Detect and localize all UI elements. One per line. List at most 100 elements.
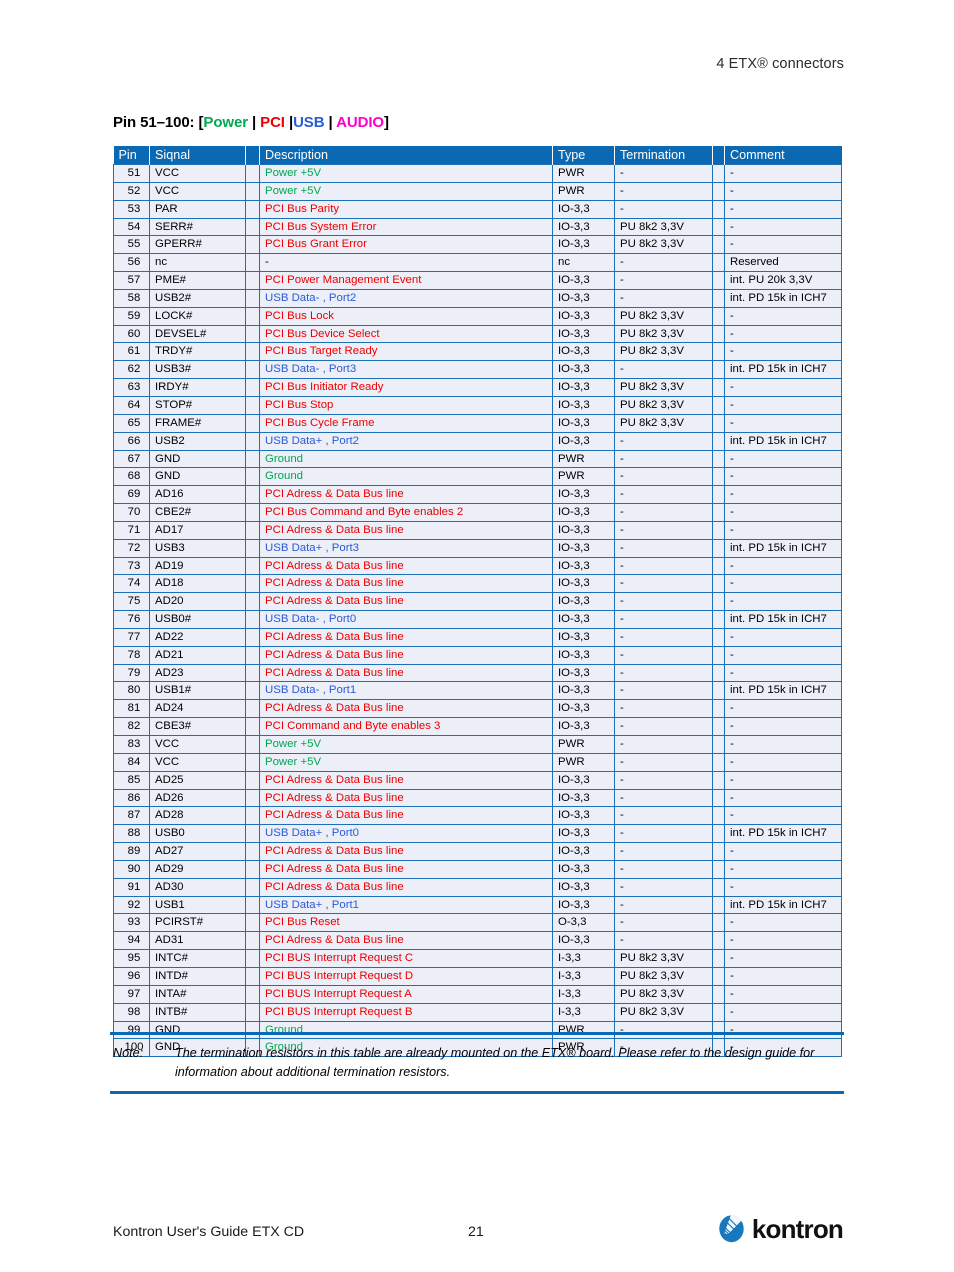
table-row: 74 AD18 PCI Adress & Data Bus line IO-3,3- - [113, 574, 842, 593]
cell-termination: - [614, 931, 713, 950]
cell-type: I-3,3 [552, 1002, 615, 1021]
cell-comment: - [724, 717, 842, 736]
cell-termination: - [614, 164, 713, 183]
cell-spacer-1 [245, 806, 260, 825]
cell-pin: 70 [113, 503, 150, 522]
cell-signal: INTC# [149, 949, 246, 968]
cell-pin: 69 [113, 485, 150, 504]
cell-description-text: PCI Adress & Data Bus line [265, 862, 404, 875]
table-row: 93 PCIRST# PCI Bus Reset O-3,3- - [113, 913, 842, 932]
cell-signal: AD16 [149, 485, 246, 504]
cell-signal: TRDY# [149, 342, 246, 361]
cell-type: IO-3,3 [552, 395, 615, 415]
cell-description: PCI Bus Cycle Frame [259, 413, 553, 433]
cell-description: Ground [259, 467, 553, 486]
cell-type: IO-3,3 [552, 663, 615, 682]
cell-description: PCI Adress & Data Bus line [259, 556, 553, 575]
cell-pin: 82 [113, 717, 150, 736]
cell-spacer-1 [245, 788, 260, 807]
cell-signal: INTA# [149, 984, 246, 1004]
cell-description-text: PCI BUS Interrupt Request A [265, 987, 412, 1000]
cell-comment: - [724, 735, 842, 754]
cell-description: PCI Adress & Data Bus line [259, 699, 553, 718]
cell-type: IO-3,3 [552, 288, 615, 308]
cell-spacer-1 [245, 503, 260, 522]
cell-comment: - [724, 485, 842, 504]
column-header-comment: Comment [724, 146, 842, 165]
cell-spacer-2 [712, 663, 725, 682]
table-row: 63 IRDY# PCI Bus Initiator Ready IO-3,3 PU 8… [113, 378, 842, 397]
cell-description: PCI Adress & Data Bus line [259, 627, 553, 647]
table-row: 91 AD30 PCI Adress & Data Bus line IO-3,3- - [113, 877, 842, 897]
cell-type: IO-3,3 [552, 592, 615, 611]
cell-type: O-3,3 [552, 913, 615, 932]
table-row: 77 AD22 PCI Adress & Data Bus line IO-3,3- - [113, 627, 842, 647]
legend-separator: | [284, 114, 294, 131]
cell-comment: - [724, 699, 842, 718]
cell-comment: - [724, 931, 842, 950]
cell-spacer-1 [245, 342, 260, 361]
cell-description: PCI Bus Lock [259, 306, 553, 326]
pin-table-container: Pin Siqnal Description Type Termination … [113, 146, 842, 1058]
table-row: 95 INTC# PCI BUS Interrupt Request C I-3,3 P… [113, 949, 842, 968]
cell-pin: 96 [113, 966, 150, 986]
cell-description: USB Data+ , Port1 [259, 895, 553, 914]
cell-pin: 94 [113, 931, 150, 950]
legend-token-audio: AUDIO [336, 114, 384, 131]
cell-signal: DEVSEL# [149, 324, 246, 343]
cell-spacer-2 [712, 360, 725, 379]
cell-signal: CBE2# [149, 503, 246, 522]
cell-description: PCI Adress & Data Bus line [259, 520, 553, 540]
cell-termination: - [614, 181, 713, 201]
cell-description-text: PCI Adress & Data Bus line [265, 666, 404, 679]
cell-termination: PU 8k2 3,3V [614, 306, 713, 326]
cell-spacer-2 [712, 735, 725, 754]
cell-spacer-1 [245, 449, 260, 468]
cell-comment: - [724, 306, 842, 326]
table-row: 88 USB0 USB Data+ , Port0 IO-3,3- int. PD 15… [113, 824, 842, 843]
cell-signal: USB1 [149, 895, 246, 914]
cell-spacer-1 [245, 1002, 260, 1021]
cell-description-text: PCI Power Management Event [265, 274, 422, 287]
cell-comment: - [724, 984, 842, 1004]
cell-comment: int. PU 20k 3,3V [724, 271, 842, 290]
cell-termination: - [614, 592, 713, 611]
cell-description-text: PCI Bus Cycle Frame [265, 416, 375, 429]
cell-signal: USB0 [149, 824, 246, 843]
cell-spacer-1 [245, 485, 260, 504]
cell-comment: - [724, 342, 842, 361]
cell-description-text: Ground [265, 470, 303, 483]
cell-signal: INTD# [149, 966, 246, 986]
cell-description-text: Power +5V [265, 167, 322, 179]
cell-type: IO-3,3 [552, 413, 615, 433]
cell-termination: - [614, 431, 713, 450]
cell-description: PCI Adress & Data Bus line [259, 842, 553, 861]
table-row: 51 VCC Power +5V PWR - - [113, 164, 842, 183]
cell-type: IO-3,3 [552, 770, 615, 790]
cell-spacer-1 [245, 360, 260, 379]
table-row: 73 AD19 PCI Adress & Data Bus line IO-3,3- - [113, 556, 842, 575]
cell-comment: int. PD 15k in ICH7 [724, 288, 842, 308]
cell-type: IO-3,3 [552, 271, 615, 290]
cell-spacer-2 [712, 538, 725, 558]
cell-signal: USB3 [149, 538, 246, 558]
cell-signal: AD28 [149, 806, 246, 825]
cell-signal: AD27 [149, 842, 246, 861]
cell-signal: AD21 [149, 645, 246, 665]
table-row: 55 GPERR# PCI Bus Grant Error IO-3,3 PU 8k2 … [113, 235, 842, 254]
cell-spacer-1 [245, 556, 260, 575]
cell-pin: 95 [113, 949, 150, 968]
note-label: Note: [113, 1046, 144, 1060]
cell-termination: - [614, 556, 713, 575]
cell-spacer-1 [245, 913, 260, 932]
cell-description-text: PCI Adress & Data Bus line [265, 630, 404, 643]
cell-spacer-2 [712, 288, 725, 308]
cell-spacer-1 [245, 288, 260, 308]
cell-description-text: PCI BUS Interrupt Request D [265, 969, 414, 982]
cell-type: IO-3,3 [552, 306, 615, 326]
cell-signal: USB1# [149, 681, 246, 700]
cell-spacer-2 [712, 699, 725, 718]
legend-token-pci: PCI [260, 114, 285, 131]
cell-description-text: PCI Adress & Data Bus line [265, 595, 404, 608]
cell-description-text: PCI Bus Grant Error [265, 238, 367, 251]
